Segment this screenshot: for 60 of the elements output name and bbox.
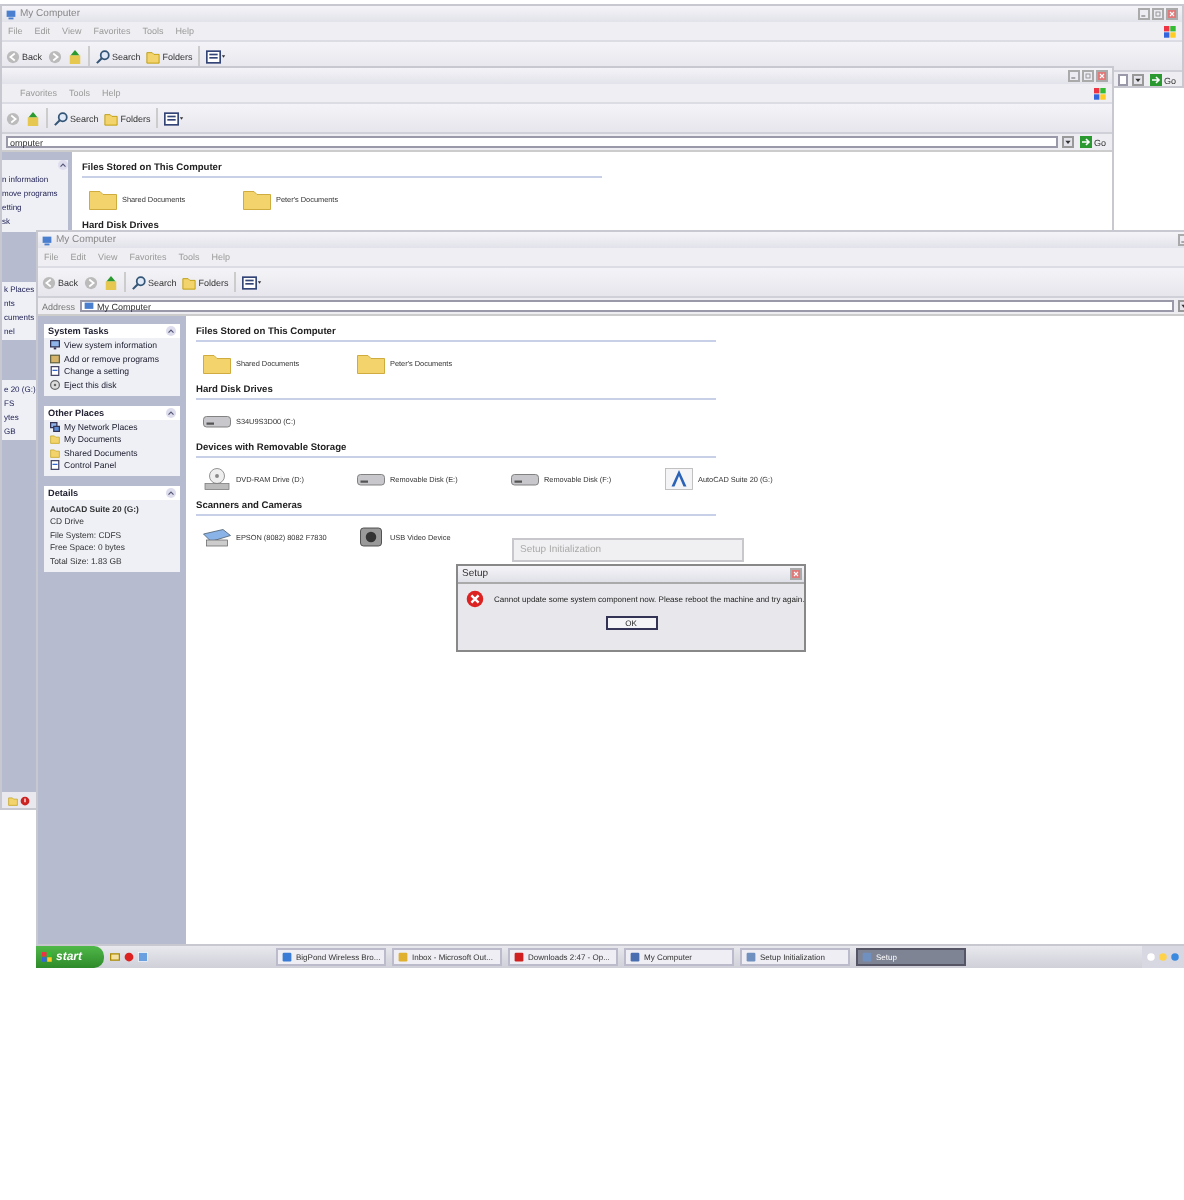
views-button[interactable] <box>242 275 263 289</box>
computer-icon <box>42 235 52 245</box>
collapse-button[interactable] <box>58 160 68 170</box>
disc-icon <box>50 379 60 390</box>
dropdown-button[interactable] <box>1061 136 1074 148</box>
search-icon <box>54 111 68 125</box>
scanner-icon <box>202 524 232 550</box>
disc-drive-icon <box>202 466 232 492</box>
close-button[interactable] <box>790 568 802 580</box>
error-icon <box>466 590 484 608</box>
app-icon <box>514 952 524 962</box>
minimize-button[interactable] <box>1138 8 1150 20</box>
computer-icon <box>83 301 94 311</box>
up-folder-button[interactable] <box>26 111 40 125</box>
views-button[interactable] <box>164 111 185 125</box>
camera-icon <box>356 524 386 550</box>
flag-logo-icon <box>1164 25 1176 37</box>
mail-icon[interactable] <box>110 952 120 962</box>
browser-icon[interactable] <box>124 952 134 962</box>
dropdown-button[interactable] <box>1131 74 1144 86</box>
app-icon <box>282 952 292 962</box>
address-field[interactable] <box>1117 74 1128 86</box>
folder-icon <box>202 350 232 376</box>
folder-icon <box>104 111 119 125</box>
folder-icon <box>356 350 386 376</box>
search-icon <box>132 275 147 289</box>
restore-button[interactable] <box>1152 8 1164 20</box>
collapse-button[interactable] <box>166 407 176 418</box>
warning-icon <box>20 795 30 805</box>
collapse-button[interactable] <box>166 326 176 336</box>
views-button[interactable] <box>206 49 227 63</box>
folder-icon <box>88 186 118 212</box>
up-folder-button[interactable] <box>104 275 119 289</box>
computer-icon <box>6 9 16 19</box>
page-icon <box>50 366 60 377</box>
page-icon <box>50 460 60 471</box>
network-icon <box>50 421 60 432</box>
close-button[interactable] <box>1166 8 1178 20</box>
collapse-button[interactable] <box>166 488 176 499</box>
app-icon <box>862 952 872 962</box>
back-arrow-icon <box>42 275 56 289</box>
up-folder-button[interactable] <box>68 49 83 63</box>
folder-icon <box>242 186 272 212</box>
desktop-icon[interactable] <box>138 952 148 962</box>
search-icon <box>96 49 111 63</box>
forward-button[interactable] <box>6 111 20 125</box>
folder-icon <box>8 795 18 805</box>
folder-icon <box>182 275 197 289</box>
restore-button[interactable] <box>1082 70 1094 82</box>
app-icon <box>746 952 756 962</box>
flag-logo-icon <box>1094 87 1106 99</box>
app-icon <box>398 952 408 962</box>
monitor-icon <box>50 340 60 351</box>
minimize-button[interactable] <box>1068 70 1080 82</box>
flag-logo-icon <box>42 952 52 962</box>
app-icon <box>630 952 640 962</box>
forward-button[interactable] <box>84 275 99 289</box>
box-icon <box>50 353 60 364</box>
forward-button[interactable] <box>48 49 63 63</box>
close-button[interactable] <box>1096 70 1108 82</box>
